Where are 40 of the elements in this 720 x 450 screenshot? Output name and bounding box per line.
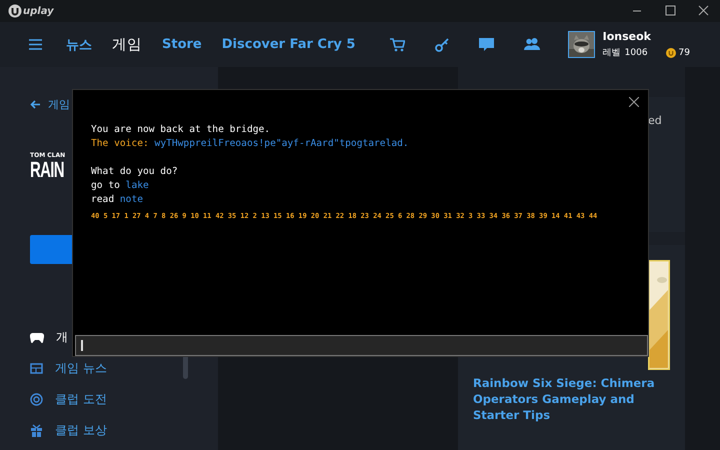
rank-value: 1006 [624, 48, 648, 58]
game-logo: RAIN [30, 159, 64, 181]
back-arrow-icon[interactable] [30, 100, 40, 109]
coin-icon [666, 48, 676, 58]
speaker-label: The voice: [91, 138, 149, 149]
console-line: You are now back at the bridge. [91, 123, 272, 137]
sidebar-item[interactable]: 게임 뉴스 [30, 359, 218, 378]
menu-icon[interactable] [29, 39, 42, 50]
command-input[interactable] [75, 335, 648, 356]
nav-tab[interactable]: Discover Far Cry 5 [222, 37, 356, 52]
back-link[interactable]: 게임 [48, 97, 70, 112]
choice-link[interactable]: note [120, 194, 143, 205]
app-logo-icon [8, 4, 22, 18]
nav-tab[interactable]: 뉴스 [66, 36, 92, 54]
command-text: read [91, 194, 114, 205]
key-icon[interactable] [434, 38, 449, 52]
card-text: ed [648, 114, 662, 127]
coin-count: 79 [678, 48, 690, 58]
close-button[interactable] [629, 95, 639, 110]
chat-icon[interactable] [478, 38, 494, 52]
command-text: go to [91, 180, 120, 191]
speech-text: wyTHwppreilFreoaos!pe"ayf-rAard"tpogtarelad. [154, 138, 409, 149]
friends-icon[interactable] [524, 38, 540, 50]
nav-tab[interactable]: 게임 [112, 35, 142, 54]
nav-tab[interactable]: Store [162, 37, 202, 52]
choice-link[interactable]: lake [126, 180, 149, 191]
console-line: What do you do? [91, 165, 179, 179]
rank-label: 레벨 [602, 47, 621, 59]
sidebar-item[interactable]: 개 [30, 328, 218, 347]
newspaper-icon [30, 363, 43, 374]
news-title[interactable]: Rainbow Six Siege: Chimera Operators Gameplay and Starter Tips [473, 375, 663, 423]
gamepad-icon [30, 332, 44, 342]
username: Ionseok [602, 30, 652, 43]
target-icon [30, 393, 43, 406]
app-name: uplay [23, 6, 54, 16]
sidebar-item[interactable]: 클럽 도전 [30, 390, 218, 409]
sidebar-item[interactable]: 클럽 보상 [30, 421, 218, 440]
scrollbar[interactable] [183, 355, 188, 379]
gift-icon [30, 424, 43, 437]
cart-icon[interactable] [390, 38, 405, 52]
